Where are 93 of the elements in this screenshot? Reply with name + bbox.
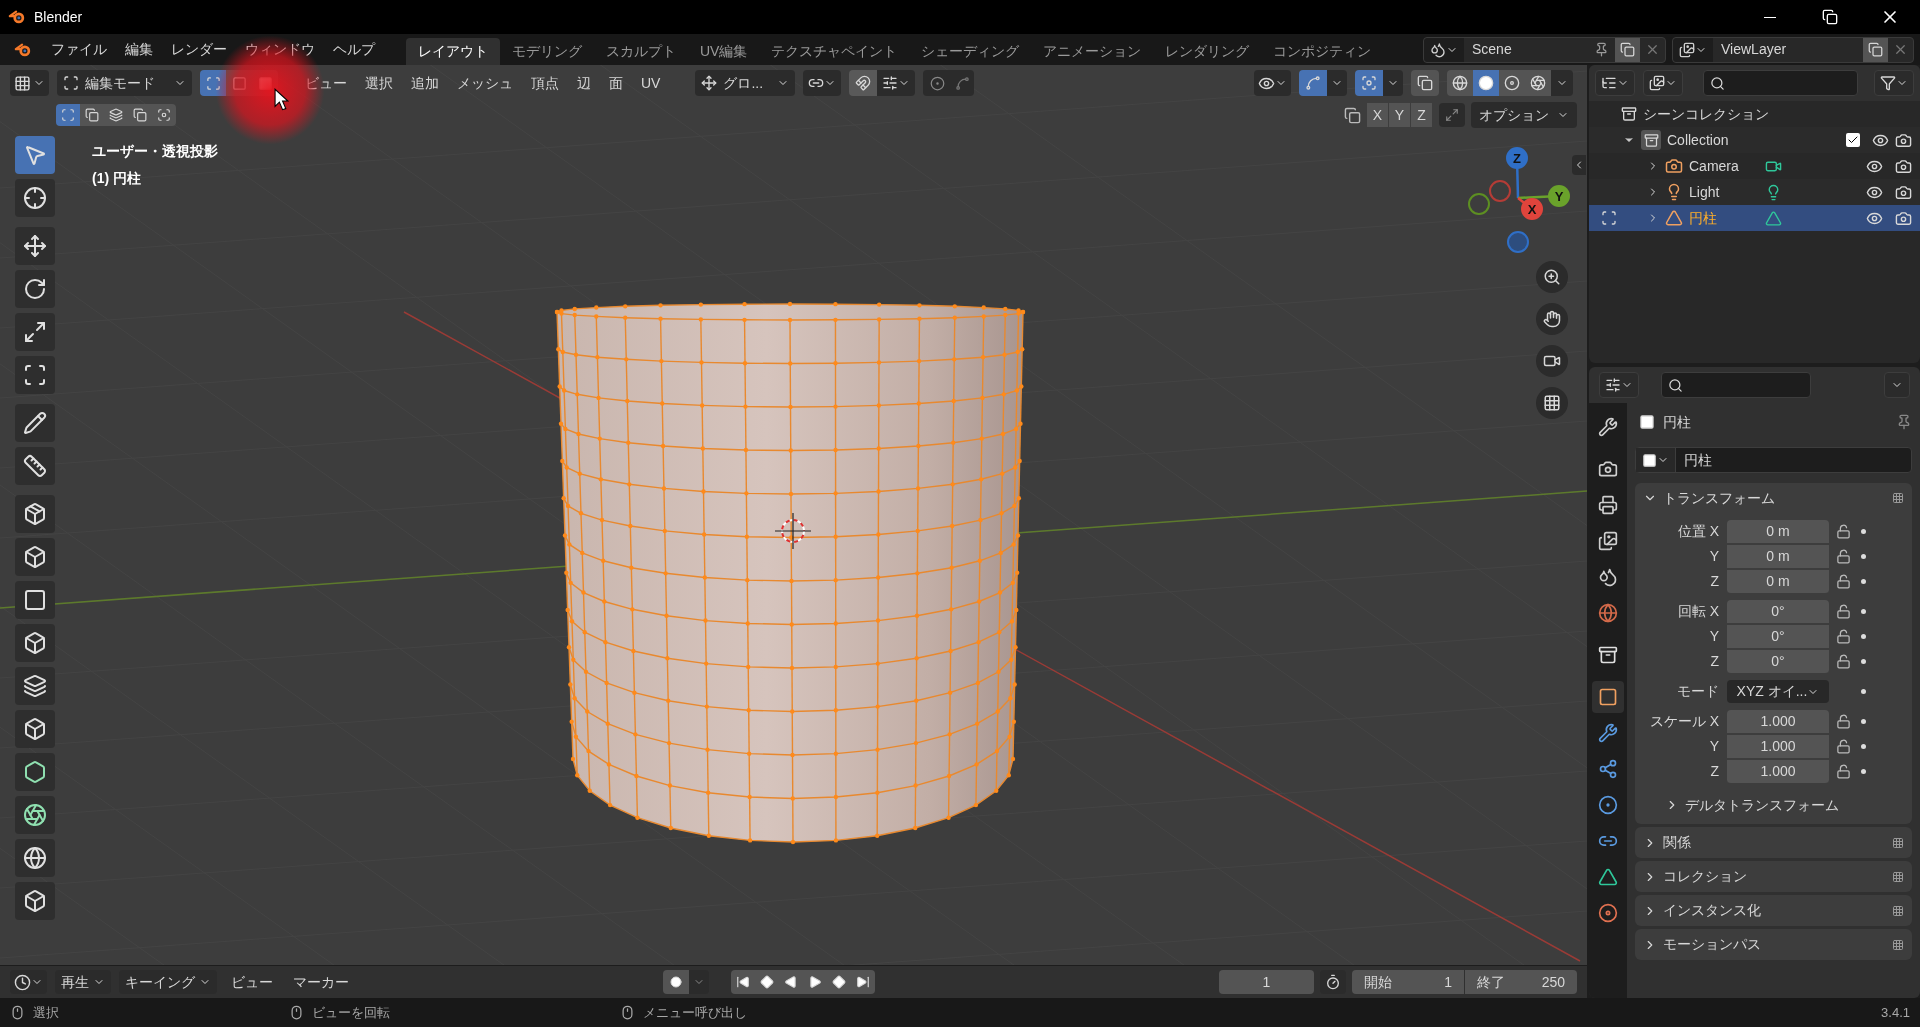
start-label: 開始 <box>1364 972 1392 992</box>
property-label: Y <box>1708 627 1720 646</box>
timeline-menu[interactable]: ビュー <box>225 970 279 994</box>
number-field[interactable]: 1.000 <box>1727 759 1829 784</box>
view-layer-selector[interactable]: ViewLayer <box>1672 36 1914 63</box>
current-frame-field[interactable]: 1 <box>1219 970 1314 994</box>
panel-title: コレクション <box>1663 867 1747 886</box>
number-field[interactable]: 0° <box>1727 649 1829 674</box>
timeline-menu[interactable]: キーイング <box>119 970 217 994</box>
property-label: Z <box>1709 572 1720 591</box>
property-label: Z <box>1709 652 1720 671</box>
number-field[interactable]: 0° <box>1727 624 1829 649</box>
panel-header[interactable]: コレクション <box>1635 861 1912 892</box>
rotation-mode-dropdown[interactable]: XYZ オイ... <box>1727 680 1829 703</box>
menu-item[interactable]: ヘルプ <box>324 36 384 63</box>
menu-item[interactable]: 編集 <box>116 36 162 63</box>
workspace-tab[interactable]: モデリング <box>500 38 594 65</box>
property-label: スケール X <box>1648 712 1720 731</box>
number-field[interactable]: 0 m <box>1727 544 1829 569</box>
number-field[interactable]: 0 m <box>1727 519 1829 544</box>
mirror-axis-toggle[interactable]: Y <box>1389 103 1411 127</box>
object-name: Light <box>1689 182 1721 202</box>
object-name-value: 円柱 <box>1683 450 1713 470</box>
workspace-tab[interactable]: アニメーション <box>1031 38 1154 65</box>
orientation-dropdown[interactable]: グロ... <box>695 70 796 96</box>
panel-title: インスタンス化 <box>1663 901 1761 920</box>
start-value: 1 <box>1444 972 1452 992</box>
panel-title: トランスフォーム <box>1663 488 1775 508</box>
outliner-row[interactable]: Camera <box>1589 153 1920 179</box>
mirror-axis-toggle[interactable]: Z <box>1411 103 1433 127</box>
viewport-menu-item[interactable]: ビュー <box>296 70 356 96</box>
start-frame-field[interactable]: 開始 1 <box>1352 970 1464 994</box>
options-dropdown[interactable]: オプション <box>1471 102 1577 128</box>
workspace-tab[interactable]: シェーディング <box>909 38 1032 65</box>
panel-title: 関係 <box>1663 833 1691 852</box>
end-label: 終了 <box>1477 972 1505 992</box>
object-name: 円柱 <box>1689 208 1718 228</box>
collection-name: Collection <box>1667 130 1729 150</box>
status-hint: メニュー呼び出し <box>643 1003 747 1022</box>
viewport-menu-item[interactable]: 面 <box>600 70 632 96</box>
object-name-field[interactable]: 円柱 <box>1635 447 1912 473</box>
viewport-menu-item[interactable]: 辺 <box>568 70 600 96</box>
number-field[interactable]: 0 m <box>1727 569 1829 594</box>
window-title: Blender <box>34 7 83 27</box>
mirror-axis-toggle[interactable]: X <box>1367 103 1389 127</box>
scene-name: Scene <box>1471 40 1513 59</box>
property-label: Y <box>1708 547 1720 566</box>
outliner-row[interactable]: 円柱 <box>1589 205 1920 231</box>
scene-selector[interactable]: Scene <box>1423 36 1666 63</box>
number-field[interactable]: 0° <box>1727 599 1829 624</box>
number-field[interactable]: 1.000 <box>1727 709 1829 734</box>
workspace-tab[interactable]: レイアウト <box>406 38 500 65</box>
timeline-menu[interactable]: 再生 <box>55 970 111 994</box>
menu-item[interactable]: ファイル <box>42 36 116 63</box>
property-label: 位置 X <box>1676 522 1720 541</box>
viewport-menu-item[interactable]: 追加 <box>402 70 448 96</box>
object-label: (1) 円柱 <box>92 169 142 188</box>
mode-label: 編集モード <box>85 73 155 93</box>
subpanel-title: デルタトランスフォーム <box>1685 795 1839 815</box>
viewport-menu-item[interactable]: 頂点 <box>522 70 568 96</box>
workspace-tab[interactable]: スカルプト <box>594 38 688 65</box>
scene-collection-label: シーンコレクション <box>1643 104 1769 124</box>
viewport-menu-item[interactable]: メッシュ <box>448 70 522 96</box>
panel-header[interactable]: インスタンス化 <box>1635 895 1912 926</box>
property-label: モード <box>1676 682 1720 701</box>
view-layer-name: ViewLayer <box>1720 40 1788 59</box>
mode-dropdown[interactable]: 編集モード <box>57 70 192 96</box>
panel-header[interactable]: モーションパス <box>1635 929 1912 960</box>
object-name: 円柱 <box>1663 412 1691 432</box>
end-value: 250 <box>1541 972 1565 992</box>
workspace-tab[interactable]: レンダリング <box>1153 38 1262 65</box>
workspace-tab[interactable]: テクスチャペイント <box>759 38 910 65</box>
view-name: ユーザー・透視投影 <box>92 142 218 161</box>
orientation-label: グロ... <box>723 73 764 93</box>
property-label: 回転 X <box>1676 602 1720 621</box>
property-label: Z <box>1709 762 1720 781</box>
version-label: 3.4.1 <box>1881 1003 1910 1022</box>
panel-title: モーションパス <box>1663 935 1761 954</box>
viewport-menu-item[interactable]: 選択 <box>356 70 402 96</box>
number-field[interactable]: 1.000 <box>1727 734 1829 759</box>
status-hint: 選択 <box>33 1003 59 1022</box>
end-frame-field[interactable]: 終了 250 <box>1465 970 1577 994</box>
property-label: Y <box>1708 737 1720 756</box>
timeline-menu[interactable]: マーカー <box>287 970 355 994</box>
subpanel-header[interactable]: デルタトランスフォーム <box>1635 790 1912 820</box>
panel-header[interactable]: 関係 <box>1635 827 1912 858</box>
workspace-tab[interactable]: コンポジティン <box>1261 38 1384 65</box>
viewport-menu-item[interactable]: UV <box>632 70 670 96</box>
menu-item[interactable]: ウィンドウ <box>236 36 324 63</box>
status-hint: ビューを回転 <box>312 1003 390 1022</box>
workspace-tab[interactable]: UV編集 <box>688 38 760 65</box>
object-name: Camera <box>1689 156 1740 176</box>
menu-item[interactable]: レンダー <box>162 36 236 63</box>
